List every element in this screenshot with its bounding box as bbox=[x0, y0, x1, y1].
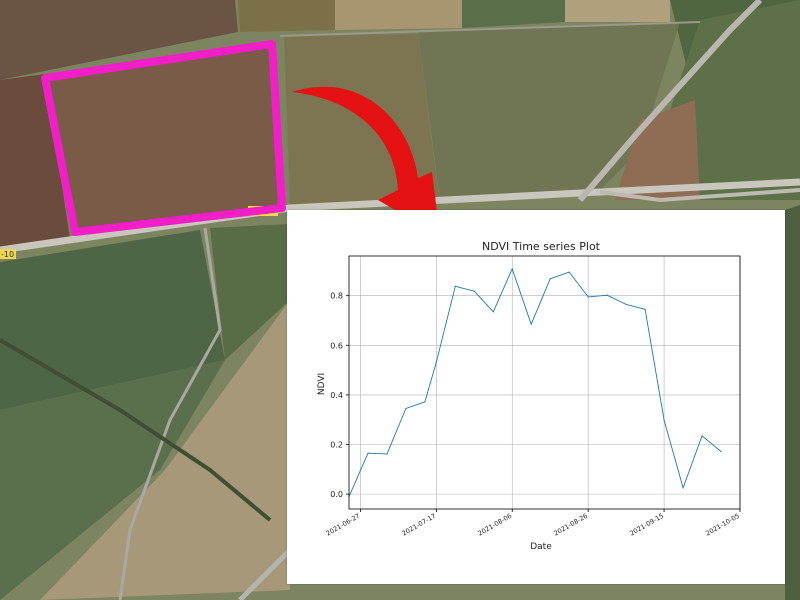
data-point bbox=[424, 401, 426, 403]
y-axis-label: NDVI bbox=[317, 373, 327, 395]
data-point bbox=[492, 311, 494, 313]
x-axis-label: Date bbox=[530, 542, 552, 552]
data-point bbox=[568, 271, 570, 273]
y-tick-label: 0.6 bbox=[330, 341, 343, 350]
data-point bbox=[549, 278, 551, 280]
field-lower-right-edge bbox=[785, 205, 800, 600]
data-point bbox=[405, 407, 407, 410]
x-tick-label: 2021-08-26 bbox=[552, 512, 589, 538]
data-point bbox=[682, 487, 684, 489]
data-point bbox=[720, 450, 722, 453]
axes-frame bbox=[348, 255, 741, 510]
grid-layer bbox=[349, 256, 741, 509]
chart-card: NDVI Time series Plot 2021-06-27 2021-07-… bbox=[287, 210, 785, 584]
data-point bbox=[454, 285, 456, 287]
data-point bbox=[386, 453, 388, 455]
field-top-right-tan bbox=[565, 0, 670, 22]
y-tick-label: 0.8 bbox=[330, 292, 343, 301]
data-point bbox=[663, 419, 665, 421]
y-tick-layer: 0.0 0.2 0.4 0.6 0.8 bbox=[330, 292, 349, 499]
data-point bbox=[435, 361, 437, 363]
data-point bbox=[511, 268, 513, 270]
ndvi-chart: NDVI Time series Plot 2021-06-27 2021-07-… bbox=[317, 240, 741, 552]
data-point bbox=[530, 323, 532, 325]
series-layer bbox=[348, 268, 722, 498]
road-label-left: -10 bbox=[1, 250, 14, 259]
y-tick-label: 0.2 bbox=[330, 441, 343, 450]
data-point bbox=[625, 303, 627, 305]
data-point bbox=[473, 290, 475, 292]
x-tick-label: 2021-09-15 bbox=[628, 512, 665, 538]
y-tick-label: 0.4 bbox=[330, 391, 343, 400]
x-tick-label: 2021-06-27 bbox=[325, 512, 362, 538]
field-top-strip bbox=[238, 0, 335, 32]
field-top-tan bbox=[335, 0, 462, 30]
x-tick-label: 2021-07-17 bbox=[401, 512, 438, 538]
chart-title: NDVI Time series Plot bbox=[482, 240, 601, 253]
x-tick-label: 2021-10-05 bbox=[704, 512, 741, 538]
x-tick-layer: 2021-06-27 2021-07-17 2021-08-06 2021-08-26… bbox=[325, 509, 741, 538]
data-point bbox=[701, 435, 703, 437]
data-point bbox=[367, 452, 369, 454]
series-line-0 bbox=[348, 268, 722, 497]
y-tick-label: 0.0 bbox=[330, 490, 343, 499]
data-point bbox=[587, 296, 589, 298]
data-point bbox=[644, 308, 646, 310]
data-point bbox=[606, 294, 608, 296]
x-tick-label: 2021-08-06 bbox=[477, 512, 514, 538]
